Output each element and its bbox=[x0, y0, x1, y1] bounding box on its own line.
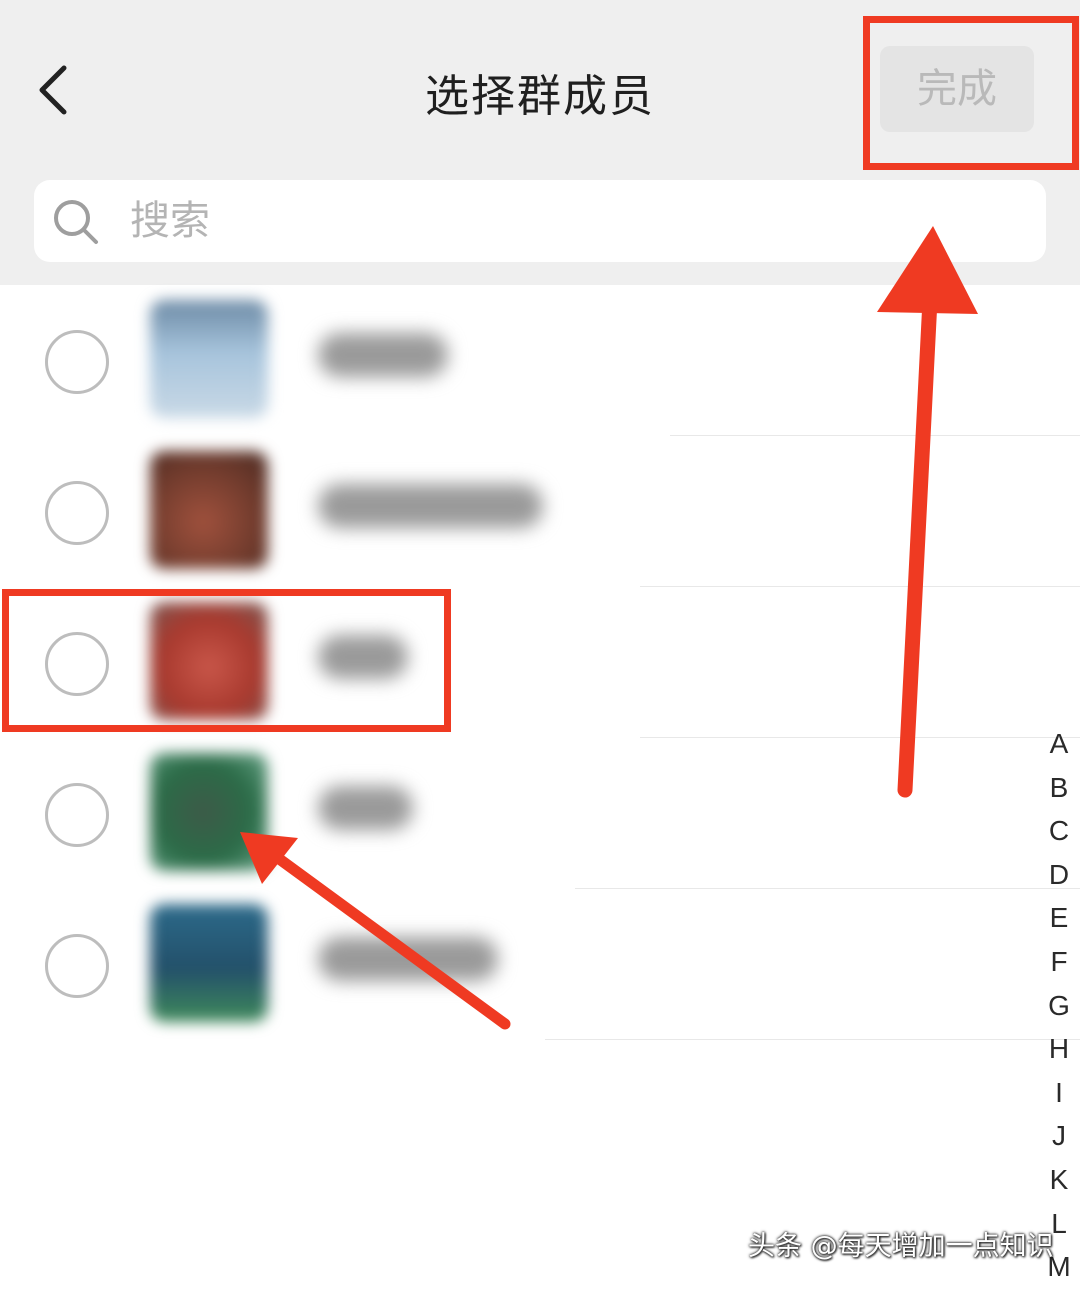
row-divider bbox=[545, 1039, 1080, 1040]
member-name bbox=[318, 786, 413, 830]
status-bar bbox=[0, 0, 1080, 14]
highlight-box-member bbox=[2, 589, 451, 732]
member-name bbox=[318, 333, 448, 377]
alphabet-letter[interactable]: F bbox=[1038, 940, 1080, 984]
alphabet-letter[interactable]: C bbox=[1038, 809, 1080, 853]
search-box[interactable] bbox=[34, 180, 1046, 262]
alphabet-letter[interactable]: G bbox=[1038, 984, 1080, 1028]
row-divider bbox=[640, 737, 1080, 738]
alphabet-letter[interactable]: E bbox=[1038, 896, 1080, 940]
search-input[interactable] bbox=[130, 180, 1010, 262]
alphabet-letter[interactable]: D bbox=[1038, 853, 1080, 897]
row-divider bbox=[640, 586, 1080, 587]
avatar bbox=[150, 451, 268, 569]
alphabet-letter[interactable]: H bbox=[1038, 1027, 1080, 1071]
highlight-box-done bbox=[863, 16, 1079, 170]
alphabet-letter[interactable]: K bbox=[1038, 1158, 1080, 1202]
member-row[interactable] bbox=[0, 286, 1080, 436]
alphabet-letter[interactable]: J bbox=[1038, 1114, 1080, 1158]
member-row[interactable] bbox=[0, 890, 1080, 1040]
search-icon bbox=[54, 200, 98, 244]
select-radio[interactable] bbox=[45, 934, 109, 998]
select-radio[interactable] bbox=[45, 330, 109, 394]
avatar bbox=[150, 753, 268, 871]
watermark: 头条 @每天增加一点知识 bbox=[748, 1231, 1054, 1262]
row-divider bbox=[575, 888, 1080, 889]
alphabet-letter[interactable]: A bbox=[1038, 722, 1080, 766]
row-divider bbox=[670, 435, 1080, 436]
member-name bbox=[318, 937, 498, 981]
select-radio[interactable] bbox=[45, 481, 109, 545]
member-row[interactable] bbox=[0, 739, 1080, 889]
member-name bbox=[318, 484, 543, 528]
alphabet-letter[interactable]: B bbox=[1038, 766, 1080, 810]
member-row[interactable] bbox=[0, 437, 1080, 587]
alphabet-index[interactable]: A B C D E F G H I J K L M bbox=[1038, 722, 1080, 1289]
select-radio[interactable] bbox=[45, 783, 109, 847]
avatar bbox=[150, 904, 268, 1022]
avatar bbox=[150, 300, 268, 418]
alphabet-letter[interactable]: I bbox=[1038, 1071, 1080, 1115]
